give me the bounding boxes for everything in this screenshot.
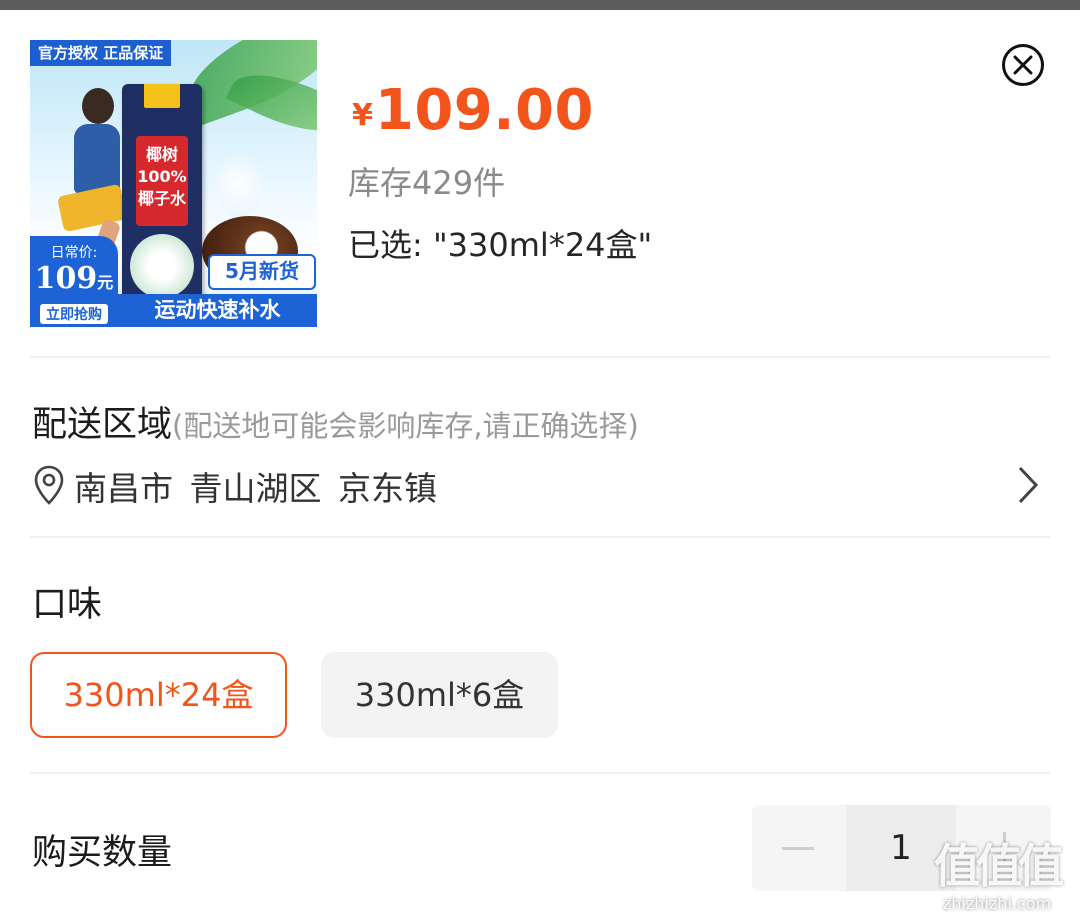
product-image: 官方授权 正品保证 椰树 100% 椰子水 日常价: 109元 立即抢购 5月新… bbox=[30, 40, 317, 327]
slogan-banner: 运动快速补水 bbox=[118, 294, 317, 327]
watermark-url: zhizhizhi.com bbox=[942, 894, 1052, 913]
divider bbox=[30, 536, 1050, 538]
water-splash bbox=[214, 148, 264, 218]
watermark-logo: 值值值 bbox=[934, 839, 1064, 893]
flavor-option-330ml-24[interactable]: 330ml*24盒 bbox=[30, 652, 287, 738]
delivery-section-title: 配送区域(配送地可能会影响库存,请正确选择) bbox=[32, 405, 639, 445]
new-stock-tag: 5月新货 bbox=[208, 254, 316, 290]
product-image-badge: 官方授权 正品保证 bbox=[30, 40, 172, 66]
divider bbox=[30, 356, 1050, 358]
runner-figure bbox=[82, 88, 114, 124]
flavor-option-330ml-6[interactable]: 330ml*6盒 bbox=[321, 652, 558, 738]
watermark: 值值值 zhizhizhi.com bbox=[922, 838, 1072, 918]
quantity-section-title: 购买数量 bbox=[32, 833, 173, 873]
delivery-hint: (配送地可能会影响库存,请正确选择) bbox=[172, 409, 639, 443]
delivery-address-selector[interactable]: 南昌市 青山湖区 京东镇 bbox=[30, 456, 1050, 514]
currency-symbol: ¥ bbox=[352, 98, 373, 133]
stock-count: 库存429件 bbox=[348, 164, 506, 202]
divider bbox=[30, 772, 1050, 774]
close-button[interactable] bbox=[1002, 44, 1044, 86]
price-amount: 109.00 bbox=[374, 78, 594, 143]
close-icon bbox=[1013, 55, 1033, 75]
carton-brand-text: 椰树 100% 椰子水 bbox=[136, 136, 188, 226]
flavor-section-title: 口味 bbox=[32, 585, 103, 625]
top-bar bbox=[0, 0, 1080, 10]
decrease-quantity-button[interactable] bbox=[752, 805, 844, 891]
location-pin-icon bbox=[34, 465, 64, 505]
selected-variant: 已选: "330ml*24盒" bbox=[348, 226, 653, 264]
daily-price-card: 日常价: 109元 立即抢购 bbox=[30, 236, 118, 327]
price: ¥109.00 bbox=[352, 78, 594, 143]
product-carton: 椰树 100% 椰子水 bbox=[122, 84, 202, 304]
delivery-address: 南昌市 青山湖区 京东镇 bbox=[74, 469, 437, 508]
chevron-right-icon bbox=[1018, 466, 1039, 504]
